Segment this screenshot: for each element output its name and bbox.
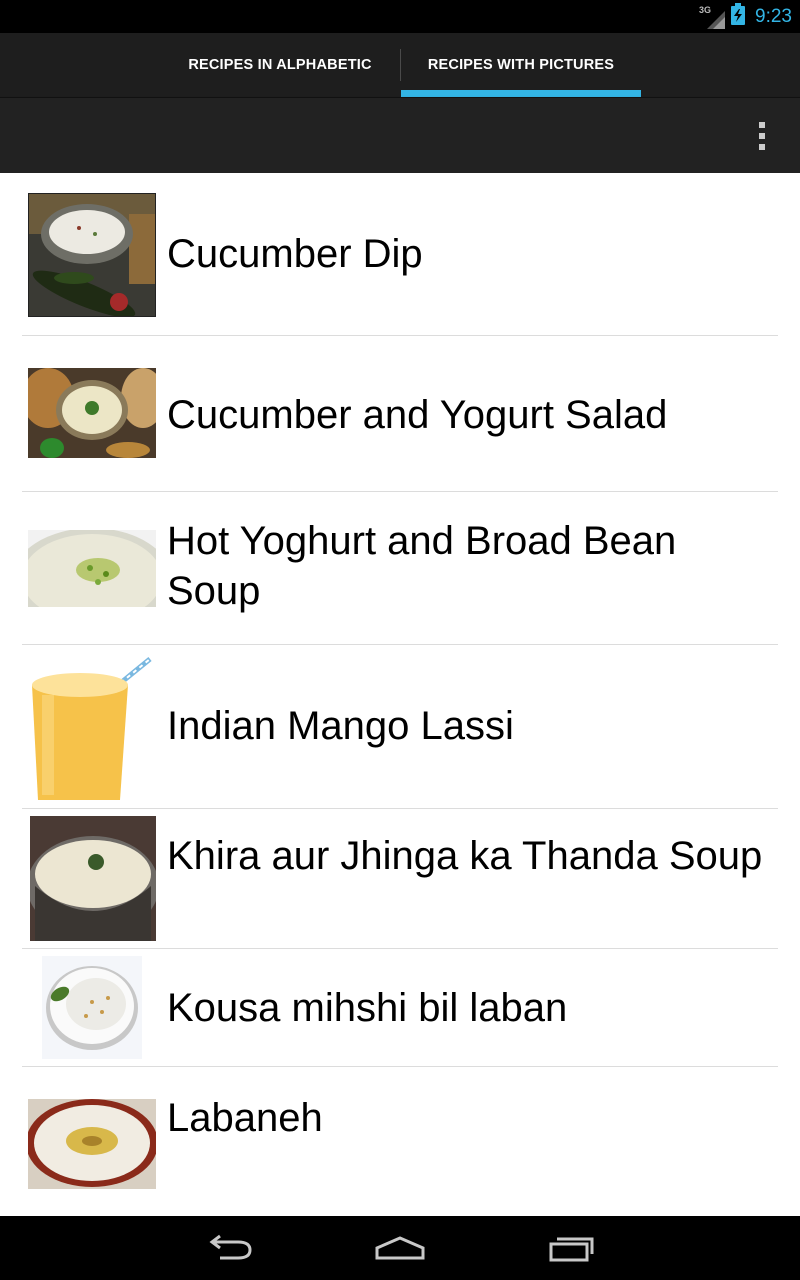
recipe-name: Hot Yoghurt and Broad Bean Soup	[167, 519, 677, 613]
recipe-thumbnail	[28, 655, 156, 800]
recipe-item-indian-mango-lassi[interactable]: Indian Mango Lassi	[22, 645, 778, 809]
action-bar	[0, 97, 800, 173]
recipe-thumbnail	[28, 1099, 156, 1189]
recipe-thumbnail	[28, 368, 156, 458]
recipe-item-khira-jhinga-thanda-soup[interactable]: Khira aur Jhinga ka Thanda Soup	[22, 809, 778, 949]
overflow-menu-icon[interactable]	[744, 112, 780, 160]
recipe-thumbnail	[28, 530, 156, 607]
recipe-thumbnail	[42, 956, 142, 1059]
recipe-name: Cucumber Dip	[167, 232, 423, 276]
recipe-item-kousa-mihshi-bil-laban[interactable]: Kousa mihshi bil laban	[22, 949, 778, 1067]
recipe-item-hot-yoghurt-broad-bean-soup[interactable]: Hot Yoghurt and Broad Bean Soup	[22, 492, 778, 645]
tab-recipes-alphabetic[interactable]: RECIPES IN ALPHABETIC	[160, 33, 400, 97]
recipe-item-cucumber-yogurt-salad[interactable]: Cucumber and Yogurt Salad	[22, 336, 778, 492]
tab-bar: RECIPES IN ALPHABETIC RECIPES WITH PICTU…	[0, 33, 800, 97]
recipe-name: Labaneh	[167, 1096, 323, 1140]
recipe-thumbnail	[30, 816, 156, 941]
recent-apps-icon[interactable]	[531, 1224, 611, 1272]
recipe-name: Indian Mango Lassi	[167, 704, 514, 748]
recipe-name: Khira aur Jhinga ka Thanda Soup	[167, 834, 763, 878]
battery-charging-icon	[731, 3, 746, 30]
recipe-list: Cucumber Dip Cucumber and Yogurt Salad H…	[0, 173, 800, 1216]
navigation-bar	[0, 1216, 800, 1280]
recipe-thumbnail	[28, 193, 156, 317]
recipe-name: Cucumber and Yogurt Salad	[167, 393, 668, 437]
status-bar: 3G 9:23	[0, 0, 800, 33]
status-time: 9:23	[755, 5, 792, 27]
home-icon[interactable]	[360, 1224, 440, 1272]
back-icon[interactable]	[190, 1224, 270, 1272]
signal-icon: 3G	[699, 5, 726, 29]
tab-recipes-with-pictures[interactable]: RECIPES WITH PICTURES	[401, 33, 641, 97]
recipe-item-labaneh[interactable]: Labaneh	[22, 1067, 778, 1216]
recipe-item-cucumber-dip[interactable]: Cucumber Dip	[22, 173, 778, 336]
recipe-name: Kousa mihshi bil laban	[167, 986, 568, 1030]
selected-tab-indicator	[401, 90, 641, 97]
